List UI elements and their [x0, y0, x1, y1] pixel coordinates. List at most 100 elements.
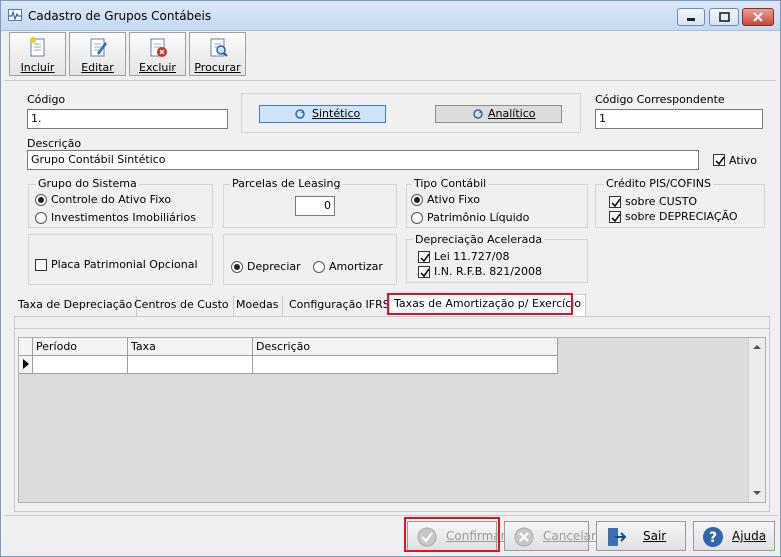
sobre-custo-checkbox[interactable] — [609, 196, 621, 208]
grid-cell-descricao[interactable] — [253, 356, 558, 374]
confirmar-highlight — [404, 517, 500, 552]
analitico-button[interactable]: Analítico — [435, 105, 562, 123]
investimentos-imobiliarios-label: Investimentos Imobiliários — [51, 211, 196, 224]
investimentos-imobiliarios-radio[interactable] — [35, 212, 47, 224]
placa-patrimonial-checkbox[interactable] — [35, 259, 47, 271]
grupo-sistema-title: Grupo do Sistema — [36, 177, 139, 190]
minimize-button[interactable] — [677, 8, 705, 26]
amortizar-label: Amortizar — [329, 260, 383, 273]
depreciar-radio[interactable] — [231, 261, 243, 273]
grid-cell-periodo[interactable] — [33, 356, 128, 374]
row-pointer-icon — [23, 359, 29, 369]
tab-taxa-depreciacao[interactable]: Taxa de Depreciação — [14, 296, 138, 316]
ajuda-label: Ajuda — [732, 529, 767, 543]
tab-highlight — [387, 293, 573, 315]
tab-centros-custo[interactable]: Centros de Custo — [130, 296, 234, 316]
ativo-fixo-label: Ativo Fixo — [427, 193, 480, 206]
procurar-button[interactable]: Procurar — [189, 32, 246, 76]
sobre-depreciacao-label: sobre DEPRECIAÇÃO — [625, 210, 738, 223]
scroll-up-icon[interactable] — [749, 341, 765, 353]
check-icon — [715, 156, 725, 166]
amortizar-radio[interactable] — [313, 261, 325, 273]
in-rfb-821-checkbox[interactable] — [418, 266, 430, 278]
ativo-checkbox[interactable] — [713, 154, 725, 166]
excluir-button[interactable]: Excluir — [129, 32, 186, 76]
check-icon — [420, 268, 430, 278]
row-indicator — [19, 356, 33, 374]
controle-ativo-fixo-radio[interactable] — [35, 194, 47, 206]
grid-header-descricao[interactable]: Descrição — [253, 338, 558, 356]
title-bar: Cadastro de Grupos Contábeis — [1, 1, 780, 31]
grid-cell-taxa[interactable] — [128, 356, 253, 374]
tab-moedas[interactable]: Moedas — [232, 296, 284, 316]
close-icon — [753, 12, 763, 22]
editar-button[interactable]: Editar — [69, 32, 126, 76]
in-rfb-821-label: I.N. R.F.B. 821/2008 — [434, 265, 543, 278]
refresh-icon — [295, 109, 305, 119]
window-title: Cadastro de Grupos Contábeis — [28, 9, 212, 23]
descricao-label: Descrição — [27, 137, 82, 150]
placa-patrimonial-label: Placa Patrimonial Opcional — [51, 258, 198, 271]
controle-ativo-fixo-label: Controle do Ativo Fixo — [51, 193, 172, 206]
codigo-correspondente-input[interactable]: 1 — [595, 109, 763, 129]
patrimonio-liquido-radio[interactable] — [411, 212, 423, 224]
close-button[interactable] — [742, 8, 774, 26]
sair-label: Sair — [643, 529, 667, 543]
codigo-label: Código — [27, 93, 66, 106]
svg-text:?: ? — [709, 530, 717, 546]
descricao-input[interactable]: Grupo Contábil Sintético — [27, 150, 699, 170]
ativo-fixo-radio[interactable] — [411, 194, 423, 206]
footer-separator — [5, 515, 778, 516]
ajuda-button[interactable]: ? Ajuda — [693, 521, 775, 551]
minimize-icon — [687, 18, 695, 21]
ativo-label: Ativo — [729, 154, 757, 167]
cancel-x-icon — [514, 527, 534, 547]
credito-pis-cofins-title: Crédito PIS/COFINS — [604, 177, 713, 190]
restore-icon — [719, 12, 730, 22]
check-icon — [420, 253, 430, 263]
sintetico-button[interactable]: Sintético — [259, 105, 386, 123]
tab-configuracao-ifrs[interactable]: Configuração IFRS — [285, 296, 395, 316]
sair-button[interactable]: Sair — [596, 521, 686, 551]
sintetico-label: Sintético — [312, 107, 361, 120]
grid-header-periodo[interactable]: Período — [33, 338, 128, 356]
scroll-down-icon[interactable] — [749, 487, 765, 499]
help-icon: ? — [703, 527, 723, 547]
amortizacao-grid: Período Taxa Descrição — [18, 337, 766, 503]
check-icon — [611, 213, 621, 223]
app-icon — [8, 9, 22, 21]
codigo-input[interactable]: 1. — [27, 109, 228, 129]
editar-label: Editar — [81, 61, 114, 74]
patrimonio-liquido-label: Patrimônio Líquido — [427, 211, 530, 224]
analitico-label: Analítico — [488, 107, 536, 120]
main-window: Cadastro de Grupos Contábeis Incluir Edi… — [0, 0, 781, 557]
parcelas-leasing-input[interactable]: 0 — [295, 196, 335, 216]
incluir-label: Incluir — [20, 61, 55, 74]
incluir-button[interactable]: Incluir — [9, 32, 66, 76]
codigo-correspondente-label: Código Correspondente — [595, 93, 725, 106]
search-document-icon — [210, 38, 228, 57]
restore-button[interactable] — [709, 8, 739, 26]
exit-door-icon — [608, 528, 627, 546]
cancelar-button[interactable]: Cancelar — [504, 521, 596, 551]
grid-header-taxa[interactable]: Taxa — [128, 338, 253, 356]
grid-vertical-scrollbar[interactable] — [748, 338, 765, 502]
grid-corner — [19, 338, 33, 356]
depreciacao-acelerada-title: Depreciação Acelerada — [413, 233, 545, 246]
toolbar: Incluir Editar Excluir Procurar — [7, 32, 247, 76]
depreciar-label: Depreciar — [247, 260, 301, 273]
check-icon — [611, 198, 621, 208]
sobre-depreciacao-checkbox[interactable] — [609, 211, 621, 223]
cancelar-label: Cancelar — [543, 529, 596, 543]
tipo-conta-group: Sintético Analítico — [241, 93, 581, 133]
parcelas-leasing-title: Parcelas de Leasing — [230, 177, 343, 190]
lei-11727-label: Lei 11.727/08 — [434, 250, 510, 263]
tipo-contabil-title: Tipo Contábil — [412, 177, 489, 190]
new-document-icon — [30, 37, 45, 57]
edit-document-icon — [90, 38, 107, 57]
procurar-label: Procurar — [194, 61, 241, 74]
toolbar-separator — [5, 80, 776, 81]
refresh-icon — [473, 109, 483, 119]
sobre-custo-label: sobre CUSTO — [625, 195, 698, 208]
lei-11727-checkbox[interactable] — [418, 251, 430, 263]
